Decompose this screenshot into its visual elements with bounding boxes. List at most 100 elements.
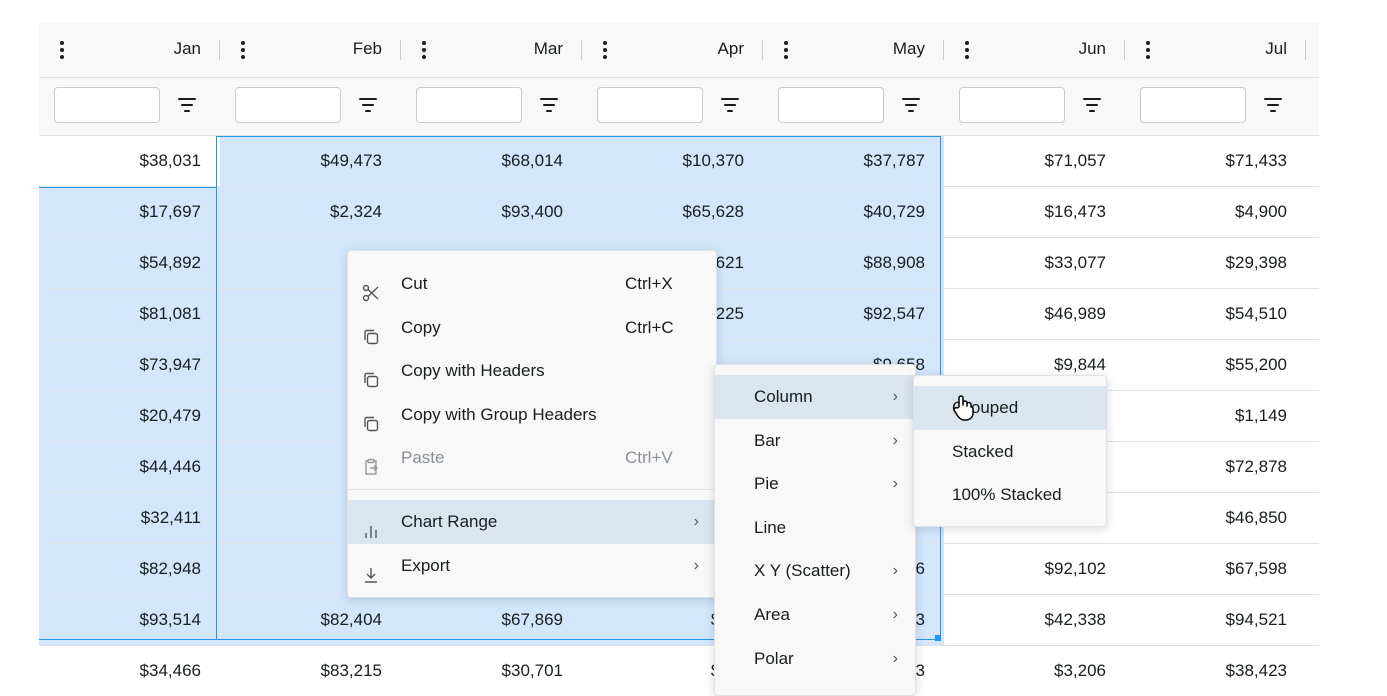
chart-menu-item-column[interactable]: Column › <box>715 375 915 419</box>
column-menu-item-grouped[interactable]: Grouped <box>914 386 1106 430</box>
grid-cell[interactable]: $3,206 <box>944 646 1125 688</box>
grid-cell[interactable]: $92,547 <box>763 289 944 339</box>
menu-item-label: Copy with Headers <box>401 361 545 380</box>
header-cell-mar[interactable]: Mar <box>401 23 582 77</box>
grid-cell[interactable]: $54,892 <box>39 238 220 288</box>
column-menu-icon[interactable] <box>417 39 431 61</box>
filter-icon[interactable] <box>902 98 920 112</box>
grid-cell[interactable]: $54,510 <box>1125 289 1306 339</box>
filter-input[interactable] <box>1140 87 1246 123</box>
column-menu-icon[interactable] <box>236 39 250 61</box>
grid-cell[interactable]: $82,948 <box>39 544 220 594</box>
grid-cell[interactable]: $71,057 <box>944 136 1125 186</box>
grid-cell[interactable]: $30,701 <box>401 646 582 688</box>
menu-item-label: Pie <box>754 474 779 494</box>
grid-cell[interactable]: $81,081 <box>39 289 220 339</box>
scissors-icon <box>362 275 380 302</box>
column-menu-icon[interactable] <box>55 39 69 61</box>
grid-cell[interactable]: $55,200 <box>1125 340 1306 390</box>
context-menu-item-cut[interactable]: Cut Ctrl+X <box>348 262 716 306</box>
context-menu-item-export[interactable]: Export › <box>348 544 716 588</box>
filter-input[interactable] <box>235 87 341 123</box>
column-menu-item-100-stacked[interactable]: 100% Stacked <box>914 473 1106 517</box>
grid-cell[interactable]: $40,729 <box>763 187 944 237</box>
grid-cell[interactable]: $1,149 <box>1125 391 1306 441</box>
grid-cell[interactable]: $71,433 <box>1125 136 1306 186</box>
chart-menu-item-x-y-scatter-[interactable]: X Y (Scatter) › <box>715 549 915 593</box>
menu-item-label: Copy with Group Headers <box>401 405 597 424</box>
chart-menu-item-polar[interactable]: Polar › <box>715 637 915 681</box>
filter-icon[interactable] <box>359 98 377 112</box>
grid-cell[interactable]: $10,370 <box>582 136 763 186</box>
filter-input[interactable] <box>597 87 703 123</box>
grid-cell[interactable]: $93,400 <box>401 187 582 237</box>
grid-cell[interactable]: $44,446 <box>39 442 220 492</box>
grid-cell[interactable]: $72,878 <box>1125 442 1306 492</box>
column-menu-icon[interactable] <box>598 39 612 61</box>
filter-icon[interactable] <box>178 98 196 112</box>
filter-icon[interactable] <box>540 98 558 112</box>
grid-cell[interactable]: $94,521 <box>1125 595 1306 645</box>
grid-cell[interactable]: $46,850 <box>1125 493 1306 543</box>
filter-input[interactable] <box>416 87 522 123</box>
context-menu-item-copy-with-group-headers[interactable]: Copy with Group Headers <box>348 393 716 437</box>
column-menu-icon[interactable] <box>960 39 974 61</box>
filter-icon[interactable] <box>721 98 739 112</box>
filter-input[interactable] <box>778 87 884 123</box>
menu-item-label: Bar <box>754 430 781 450</box>
grid-cell[interactable]: $42,338 <box>944 595 1125 645</box>
header-cell-may[interactable]: May <box>763 23 944 77</box>
chart-menu-item-bar[interactable]: Bar › <box>715 419 915 463</box>
grid-cell[interactable]: $67,598 <box>1125 544 1306 594</box>
filter-input[interactable] <box>959 87 1065 123</box>
grid-cell[interactable]: $83,215 <box>220 646 401 688</box>
grid-cell[interactable]: $65,628 <box>582 187 763 237</box>
grid-cell[interactable]: $33,077 <box>944 238 1125 288</box>
grid-cell[interactable]: $92,102 <box>944 544 1125 594</box>
header-label: May <box>892 39 925 58</box>
grid-cell[interactable]: $4,900 <box>1125 187 1306 237</box>
column-menu-item-stacked[interactable]: Stacked <box>914 430 1106 474</box>
column-menu-icon[interactable] <box>779 39 793 61</box>
grid-cell[interactable]: $49,473 <box>220 136 401 186</box>
grid-cell[interactable]: $67,869 <box>401 595 582 645</box>
header-cell-feb[interactable]: Feb <box>220 23 401 77</box>
header-cell-apr[interactable]: Apr <box>582 23 763 77</box>
column-menu-icon[interactable] <box>1141 39 1155 61</box>
filter-icon[interactable] <box>1083 98 1101 112</box>
grid-cell[interactable]: $29,398 <box>1125 238 1306 288</box>
table-row: $17,697 $2,324 $93,400 $65,628 $40,729 $16,47… <box>39 187 1319 238</box>
grid-cell[interactable]: $38,423 <box>1125 646 1306 688</box>
menu-item-label: Export <box>401 556 451 575</box>
filter-icon[interactable] <box>1264 98 1282 112</box>
grid-cell[interactable]: $73,947 <box>39 340 220 390</box>
grid-cell[interactable]: $17,697 <box>39 187 220 237</box>
filter-input[interactable] <box>54 87 160 123</box>
grid-cell[interactable]: $34,466 <box>39 646 220 688</box>
grid-cell[interactable]: $38,031 <box>39 136 220 186</box>
grid-cell[interactable]: $82,404 <box>220 595 401 645</box>
chart-menu-item-line[interactable]: Line <box>715 506 915 550</box>
grid-cell[interactable]: $2,324 <box>220 187 401 237</box>
column-resize-handle[interactable] <box>1305 40 1306 60</box>
chart-menu-item-pie[interactable]: Pie › <box>715 462 915 506</box>
context-menu-item-copy[interactable]: Copy Ctrl+C <box>348 306 716 350</box>
header-cell-jun[interactable]: Jun <box>944 23 1125 77</box>
grid-cell[interactable]: $93,514 <box>39 595 220 645</box>
filter-cell <box>220 78 401 135</box>
grid-cell[interactable]: $20,479 <box>39 391 220 441</box>
context-menu-item-chart-range[interactable]: Chart Range › <box>348 500 716 544</box>
grid-cell[interactable]: $37,787 <box>763 136 944 186</box>
grid-cell[interactable]: $88,908 <box>763 238 944 288</box>
grid-cell[interactable]: $46,989 <box>944 289 1125 339</box>
header-cell-jul[interactable]: Jul <box>1125 23 1306 77</box>
header-cell-jan[interactable]: Jan <box>39 23 220 77</box>
menu-item-label: Line <box>754 517 787 537</box>
context-menu-item-copy-with-headers[interactable]: Copy with Headers <box>348 349 716 393</box>
grid-cell[interactable]: $16,473 <box>944 187 1125 237</box>
download-icon <box>362 557 380 583</box>
fill-handle[interactable] <box>935 635 941 641</box>
grid-cell[interactable]: $68,014 <box>401 136 582 186</box>
grid-cell[interactable]: $32,411 <box>39 493 220 543</box>
chart-menu-item-area[interactable]: Area › <box>715 593 915 637</box>
